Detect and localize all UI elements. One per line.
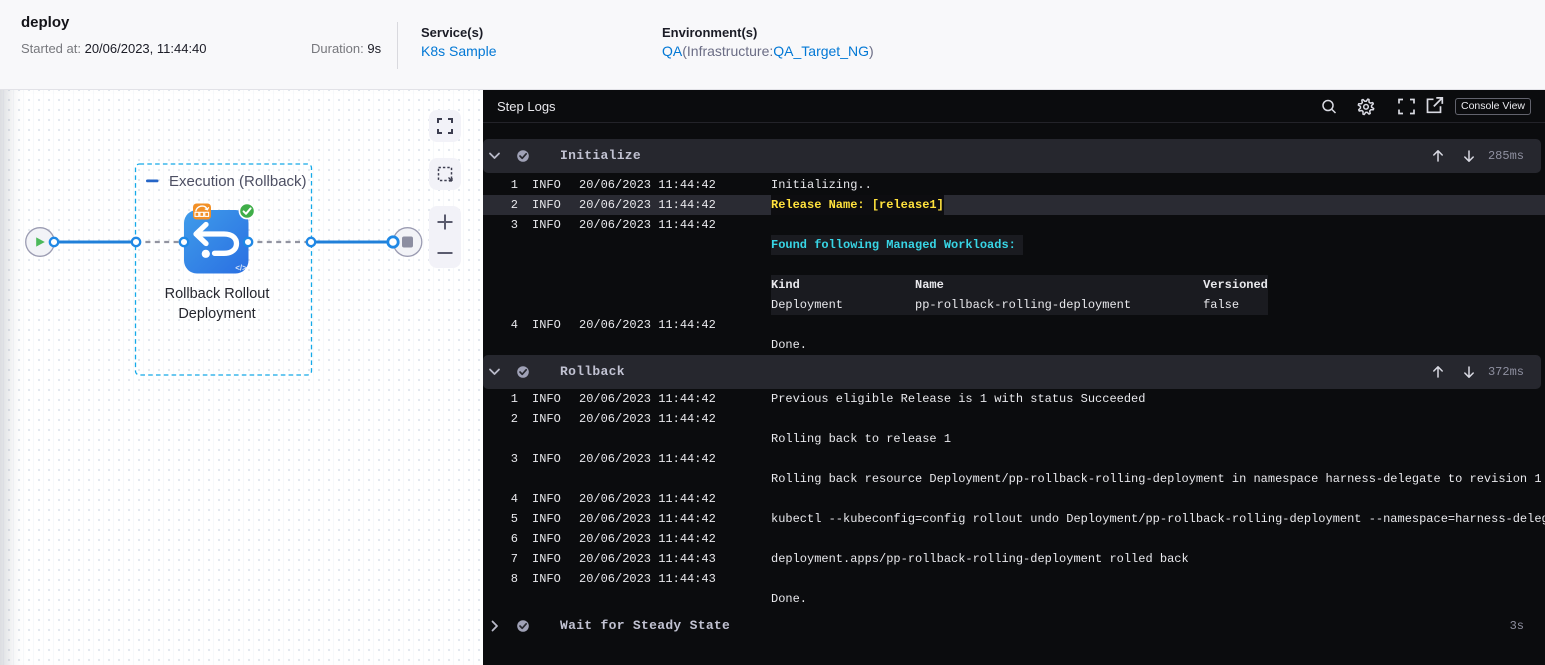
svg-text:</>: </> bbox=[235, 264, 247, 273]
